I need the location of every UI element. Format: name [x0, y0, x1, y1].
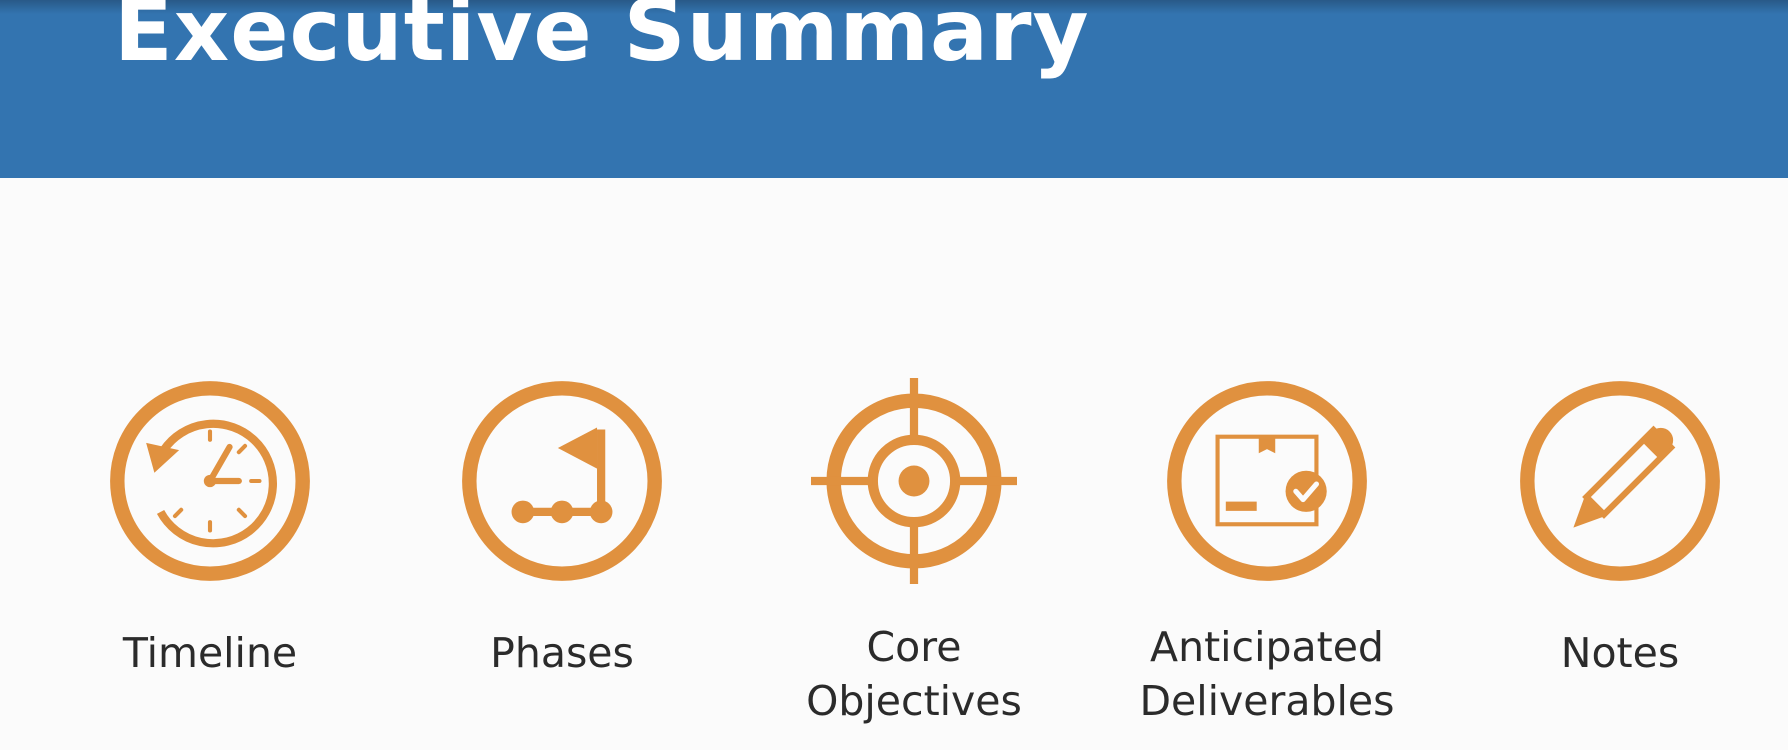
- summary-item-notes: Notes: [1470, 378, 1770, 680]
- header-banner: Executive Summary: [0, 0, 1788, 178]
- summary-item-anticipated-deliverables: Anticipated Deliverables: [1117, 378, 1417, 728]
- page-title: Executive Summary: [114, 0, 1090, 81]
- summary-item-timeline: Timeline: [60, 378, 360, 680]
- package-check-icon: [1164, 378, 1370, 584]
- item-label-notes: Notes: [1560, 629, 1680, 677]
- target-crosshair-icon: [811, 378, 1017, 584]
- clock-history-icon: [107, 378, 313, 584]
- item-label-timeline: Timeline: [122, 629, 298, 677]
- pencil-icon: [1517, 378, 1723, 584]
- item-label-phases: Phases: [490, 629, 634, 677]
- summary-item-phases: Phases: [412, 378, 712, 680]
- item-label-anticipated-deliverables: Anticipated Deliverables: [1139, 623, 1395, 725]
- flag-milestones-icon: [459, 378, 665, 584]
- item-label-core-objectives: Core Objectives: [806, 623, 1022, 725]
- summary-item-core-objectives: Core Objectives: [764, 378, 1064, 728]
